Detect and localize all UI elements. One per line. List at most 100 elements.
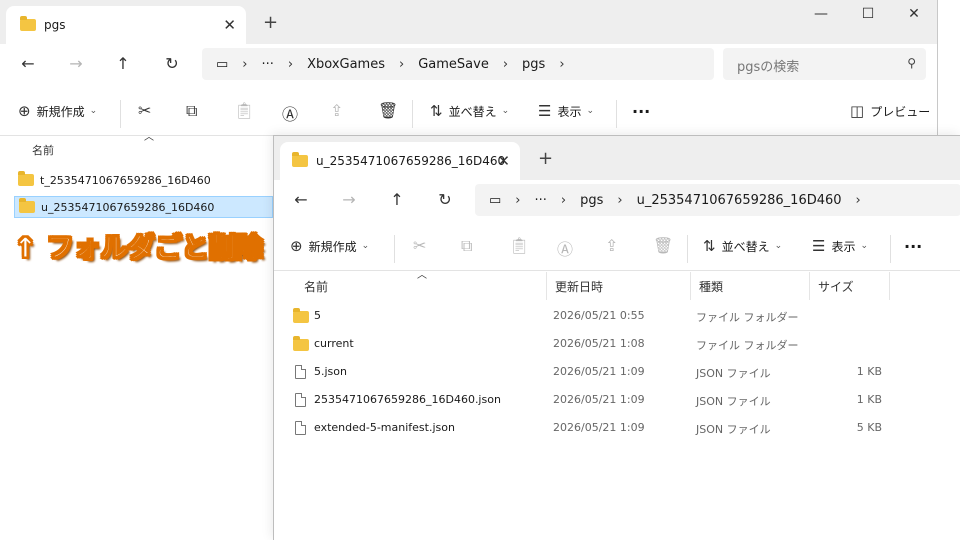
maximize-icon[interactable]: ☐ [845,6,891,22]
list-item-selected[interactable]: u_2535471067659286_16D460 [14,196,273,218]
view-button[interactable]: ☰ 表示 ⌄ [812,237,868,255]
computer-icon: ▭ [216,56,229,72]
divider [120,100,121,128]
cut-icon[interactable]: ✂ [138,101,151,120]
copy-icon[interactable]: ⧉ [461,236,472,256]
breadcrumb-xboxgames[interactable]: XboxGames [307,57,385,72]
tab-u-folder[interactable]: u_2535471067659286_16D460 ✕ [280,142,520,180]
chevron-down-icon: ⌄ [774,241,783,251]
file-type: JSON ファイル [696,367,771,380]
sort-label: 並べ替え [721,239,770,254]
sort-label: 並べ替え [448,104,497,119]
table-row[interactable]: extended-5-manifest.json 2026/05/21 1:09… [274,418,960,442]
paste-icon[interactable]: 📋︎ [234,101,254,120]
more-options-button[interactable]: ... [632,98,650,117]
divider [890,235,891,263]
more-options-button[interactable]: ... [904,233,922,252]
address-bar[interactable]: ▭ › ··· › XboxGames › GameSave › pgs › [202,48,714,80]
item-name: u_2535471067659286_16D460 [41,200,215,214]
file-icon [295,393,306,407]
chevron-right-icon: › [287,56,294,72]
table-row[interactable]: current 2026/05/21 1:08 ファイル フォルダー [274,334,960,358]
delete-icon[interactable]: 🗑︎ [653,236,673,255]
sort-icon: ⇅ [703,237,716,255]
sort-button[interactable]: ⇅ 並べ替え ⌄ [430,102,509,120]
file-type: JSON ファイル [696,423,771,436]
share-icon[interactable]: ⇪ [330,101,343,120]
new-button[interactable]: ⊕ 新規作成 ⌄ [18,102,97,120]
new-label: 新規作成 [36,104,85,119]
column-headers: ︿ 名前 更新日時 種類 サイズ [274,270,960,300]
up-arrow-icon[interactable]: ↑ [385,190,409,209]
refresh-icon[interactable]: ↻ [160,54,184,73]
breadcrumb-pgs[interactable]: pgs [522,57,545,72]
sort-icon: ⇅ [430,102,443,120]
file-date: 2026/05/21 1:09 [553,421,645,434]
annotation-text: フォルダごと削除 [46,233,263,265]
delete-icon[interactable]: 🗑︎ [378,101,398,120]
table-row[interactable]: 2535471067659286_16D460.json 2026/05/21 … [274,390,960,414]
minimize-icon[interactable]: — [798,6,844,22]
up-arrow-icon[interactable]: ↑ [111,54,135,73]
column-header-type[interactable]: 種類 [691,272,810,300]
list-item[interactable]: t_2535471067659286_16D460 [18,170,268,190]
cut-icon[interactable]: ✂ [413,236,426,255]
overflow-icon[interactable]: ··· [262,57,274,72]
column-header-name[interactable]: 名前 [296,272,547,300]
folder-icon [18,171,34,186]
forward-arrow-icon[interactable]: → [337,190,361,209]
divider [616,100,617,128]
breadcrumb-pgs[interactable]: pgs [580,193,603,208]
tab-pgs[interactable]: pgs ✕ [6,6,246,44]
sort-button[interactable]: ⇅ 並べ替え ⌄ [703,237,782,255]
navigation-bar: ← → ↑ ↻ ▭ › ··· › pgs › u_25354710676592… [274,180,960,224]
new-button[interactable]: ⊕ 新規作成 ⌄ [290,237,369,255]
chevron-down-icon: ⌄ [501,106,510,116]
column-header-date[interactable]: 更新日時 [547,272,691,300]
preview-button[interactable]: ◫ プレビュー [850,102,930,120]
tab-title: u_2535471067659286_16D460 [316,154,506,168]
preview-label: プレビュー [870,104,931,119]
tab-title: pgs [44,18,66,32]
table-row[interactable]: 5 2026/05/21 0:55 ファイル フォルダー [274,306,960,330]
table-row[interactable]: 5.json 2026/05/21 1:09 JSON ファイル 1 KB [274,362,960,386]
breadcrumb-gamesave[interactable]: GameSave [418,57,489,72]
paste-icon[interactable]: 📋︎ [509,236,529,255]
column-header-name[interactable]: 名前 [32,142,54,158]
refresh-icon[interactable]: ↻ [433,190,457,209]
breadcrumb-u-folder[interactable]: u_2535471067659286_16D460 [637,193,842,208]
chevron-right-icon: › [559,56,565,72]
search-box[interactable]: pgsの検索 ⚲ [723,48,926,80]
view-label: 表示 [557,104,582,119]
file-size: 1 KB [856,365,882,378]
list-view-icon: ☰ [812,237,826,255]
close-tab-icon[interactable]: ✕ [497,152,510,170]
rename-icon[interactable]: Ⓐ [557,236,573,260]
column-header-size[interactable]: サイズ [810,272,890,300]
navigation-bar: ← → ↑ ↻ ▭ › ··· › XboxGames › GameSave ›… [0,44,937,88]
share-icon[interactable]: ⇪ [605,236,618,255]
file-name: 5.json [314,365,347,378]
tab-bar: u_2535471067659286_16D460 ✕ + [274,136,960,180]
folder-icon [292,152,308,167]
address-bar[interactable]: ▭ › ··· › pgs › u_2535471067659286_16D46… [475,184,960,216]
annotation-label: ↑ フォルダごと削除 [14,226,264,265]
copy-icon[interactable]: ⧉ [186,101,197,121]
view-button[interactable]: ☰ 表示 ⌄ [538,102,594,120]
new-tab-icon[interactable]: + [538,148,553,169]
file-type: JSON ファイル [696,395,771,408]
back-arrow-icon[interactable]: ← [289,190,313,209]
rename-icon[interactable]: Ⓐ [282,101,298,125]
new-tab-icon[interactable]: + [263,12,278,33]
file-name: extended-5-manifest.json [314,421,455,434]
close-tab-icon[interactable]: ✕ [223,16,236,34]
back-arrow-icon[interactable]: ← [16,54,40,73]
overflow-icon[interactable]: ··· [535,193,547,208]
chevron-right-icon: › [617,192,623,208]
folder-icon [20,16,36,31]
file-size: 1 KB [856,393,882,406]
close-window-icon[interactable]: ✕ [891,6,937,22]
tab-bar: pgs ✕ + — ☐ ✕ [0,0,937,44]
forward-arrow-icon[interactable]: → [64,54,88,73]
file-date: 2026/05/21 1:09 [553,393,645,406]
